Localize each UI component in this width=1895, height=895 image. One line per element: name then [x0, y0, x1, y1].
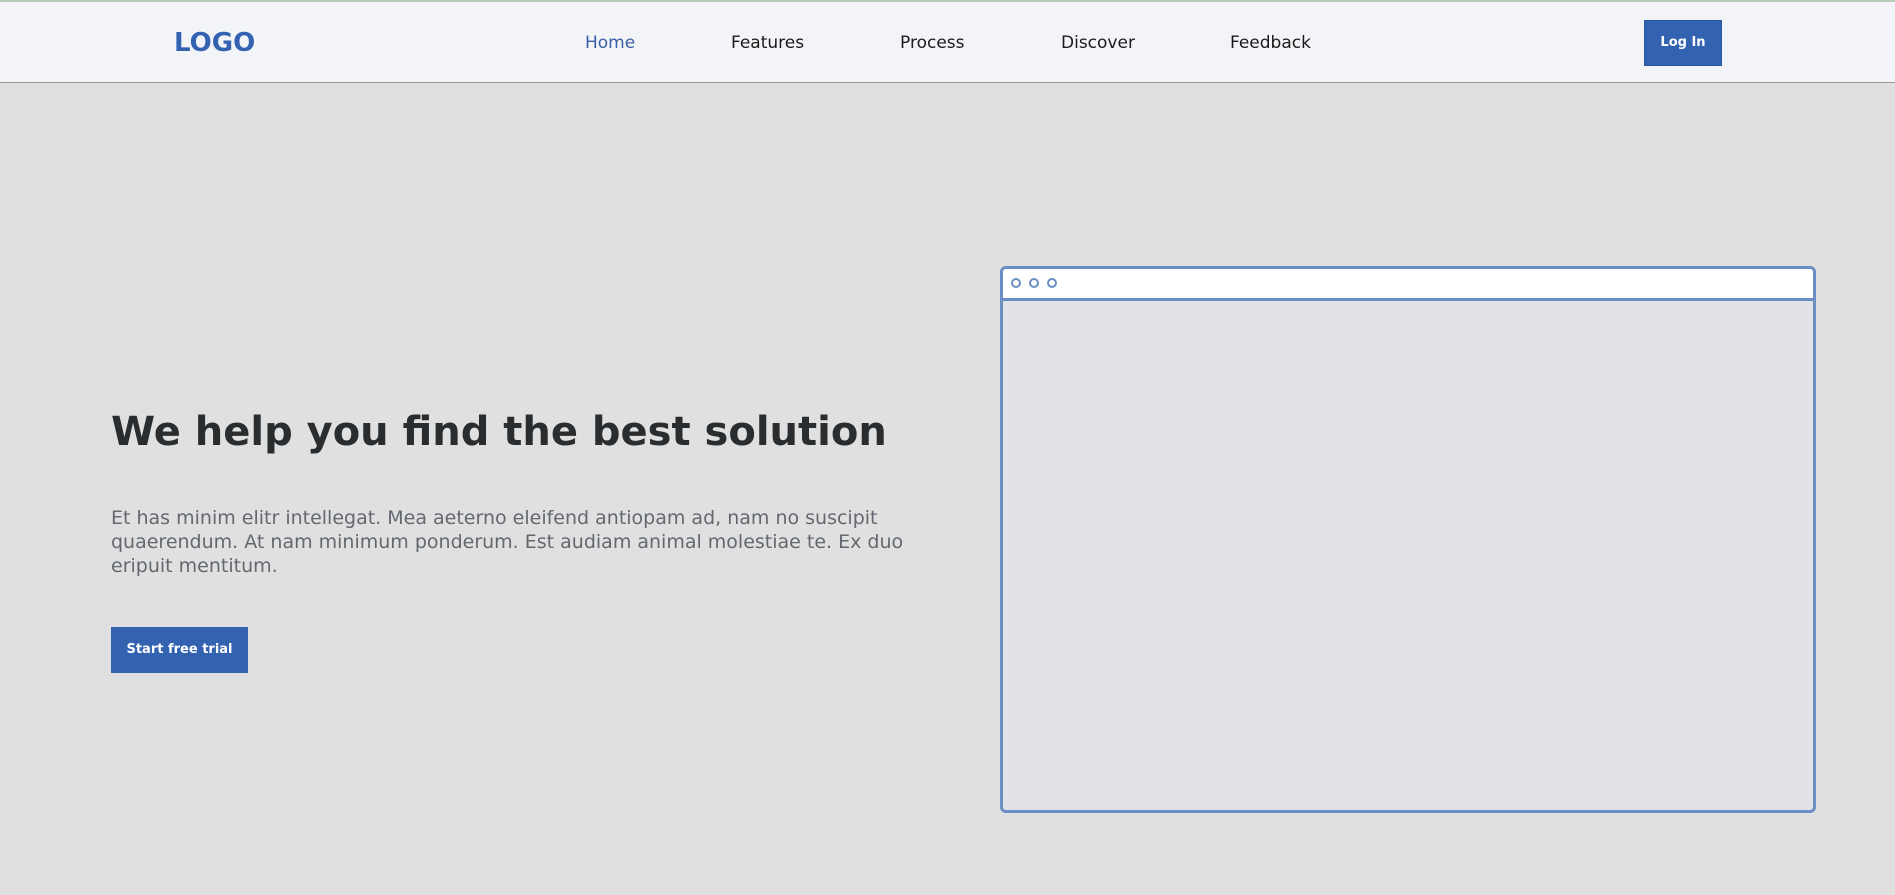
hero-title: We help you find the best solution	[111, 409, 887, 455]
nav-link-home[interactable]: Home	[585, 33, 635, 53]
window-dot-icon	[1029, 278, 1039, 288]
nav-link-process[interactable]: Process	[900, 33, 965, 53]
nav-link-features[interactable]: Features	[731, 33, 804, 53]
window-dot-icon	[1047, 278, 1057, 288]
browser-mockup	[1000, 266, 1816, 813]
browser-mockup-content	[1003, 301, 1813, 810]
nav-link-feedback[interactable]: Feedback	[1230, 33, 1311, 53]
nav-link-discover[interactable]: Discover	[1061, 33, 1135, 53]
start-free-trial-button[interactable]: Start free trial	[111, 627, 248, 673]
hero-description: Et has minim elitr intellegat. Mea aeter…	[111, 507, 904, 577]
browser-mockup-titlebar	[1003, 269, 1813, 301]
logo[interactable]: LOGO	[174, 28, 255, 58]
window-dot-icon	[1011, 278, 1021, 288]
login-button[interactable]: Log In	[1644, 20, 1722, 66]
navbar: LOGO Home Features Process Discover Feed…	[0, 2, 1895, 83]
